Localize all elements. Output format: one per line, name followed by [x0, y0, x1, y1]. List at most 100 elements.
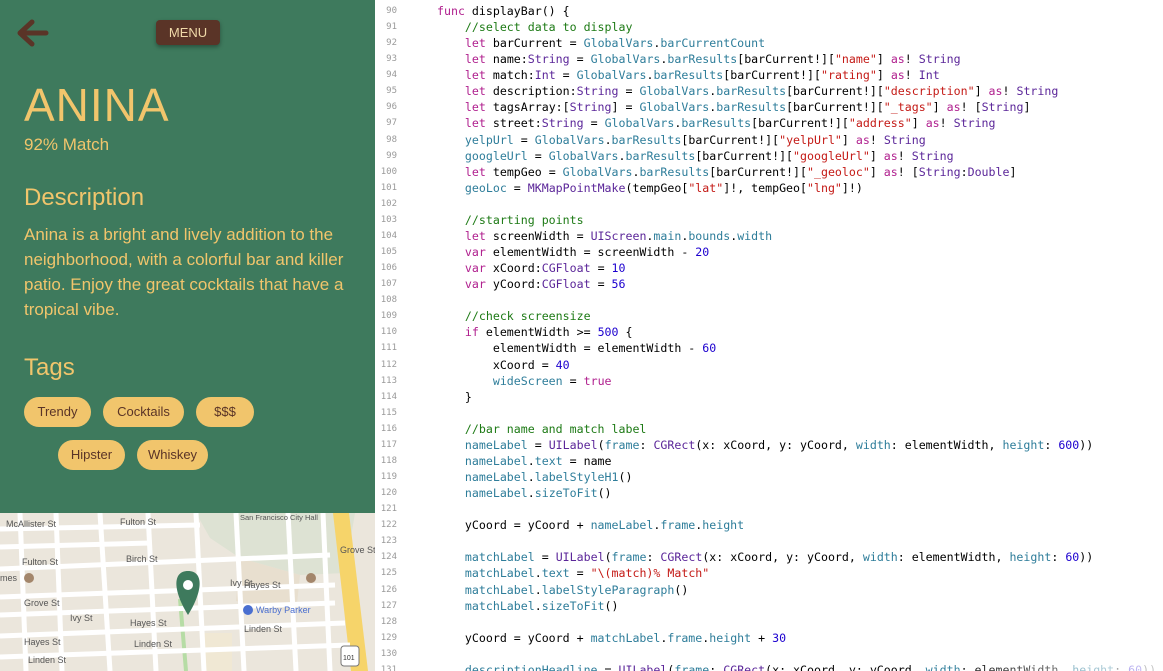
code-line[interactable]: 124 matchLabel = UILabel(frame: CGRect(x… [375, 549, 1163, 565]
map-street-label: Ivy St [230, 578, 253, 588]
code-text: xCoord = 40 [437, 357, 570, 372]
code-line[interactable]: 111 elementWidth = elementWidth - 60 [375, 340, 1163, 356]
line-number: 106 [380, 263, 397, 274]
line-number: 102 [380, 198, 397, 209]
code-line[interactable]: 106 var xCoord:CGFloat = 10 [375, 260, 1163, 276]
line-number: 114 [380, 391, 397, 402]
line-number: 123 [380, 536, 397, 547]
code-text: matchLabel = UILabel(frame: CGRect(x: xC… [464, 550, 1094, 565]
code-line[interactable]: 107 var yCoord:CGFloat = 56 [375, 276, 1163, 292]
code-line[interactable]: 117 nameLabel = UILabel(frame: CGRect(x:… [375, 437, 1163, 453]
code-line[interactable]: 90 func displayBar() { [375, 3, 1163, 19]
code-line[interactable]: 116 //bar name and match label [375, 421, 1163, 437]
code-line[interactable]: 113 wideScreen = true [375, 373, 1163, 389]
tag-trendy[interactable]: Trendy [24, 397, 91, 427]
code-text: let description:String = GlobalVars.barR… [464, 84, 1059, 99]
code-line[interactable]: 99 googleUrl = GlobalVars.barResults[bar… [375, 148, 1163, 164]
code-line[interactable]: 108 [375, 292, 1163, 308]
line-number: 101 [380, 182, 397, 193]
code-line[interactable]: 96 let tagsArray:[String] = GlobalVars.b… [375, 99, 1163, 115]
back-arrow-icon[interactable] [14, 16, 50, 50]
line-number: 94 [386, 70, 397, 81]
code-text: descriptionHeadline = UILabel(frame: CGR… [464, 662, 1157, 671]
code-line[interactable]: 93 let name:String = GlobalVars.barResul… [375, 51, 1163, 67]
code-line[interactable]: 121 [375, 501, 1163, 517]
code-line[interactable]: 102 [375, 196, 1163, 212]
code-text: let match:Int = GlobalVars.barResults[ba… [464, 68, 940, 83]
tag-price[interactable]: $$$ [196, 397, 254, 427]
line-number: 90 [386, 6, 397, 16]
code-line[interactable]: 100 let tempGeo = GlobalVars.barResults[… [375, 164, 1163, 180]
poi-icon[interactable] [306, 573, 316, 583]
line-number: 92 [386, 38, 397, 49]
code-line[interactable]: 129 yCoord = yCoord + matchLabel.frame.h… [375, 630, 1163, 646]
code-line[interactable]: 104 let screenWidth = UIScreen.main.boun… [375, 228, 1163, 244]
code-line[interactable]: 125 matchLabel.text = "\(match)% Match" [375, 565, 1163, 581]
line-number: 93 [386, 54, 397, 65]
map-view[interactable]: McAllister St Fulton St Fulton St Birch … [0, 513, 375, 671]
line-number: 97 [386, 118, 397, 129]
map-street-label: Linden St [244, 624, 283, 634]
line-number: 99 [386, 150, 397, 161]
code-line[interactable]: 112 xCoord = 40 [375, 357, 1163, 373]
line-number: 128 [380, 616, 397, 627]
code-line[interactable]: 101 geoLoc = MKMapPointMake(tempGeo["lat… [375, 180, 1163, 196]
code-line[interactable]: 105 var elementWidth = screenWidth - 20 [375, 244, 1163, 260]
line-number: 103 [380, 214, 397, 225]
map-street-label: Birch St [126, 554, 158, 564]
code-line[interactable]: 130 [375, 646, 1163, 662]
code-editor[interactable]: 90 func displayBar() {91 //select data to… [375, 0, 1163, 671]
line-number: 131 [380, 664, 397, 671]
tag-whiskey[interactable]: Whiskey [137, 440, 208, 470]
code-line[interactable]: 122 yCoord = yCoord + nameLabel.frame.he… [375, 517, 1163, 533]
store-icon[interactable] [243, 605, 253, 615]
code-line[interactable]: 110 if elementWidth >= 500 { [375, 324, 1163, 340]
map-street-label: McAllister St [6, 519, 57, 529]
code-line[interactable]: 126 matchLabel.labelStyleParagraph() [375, 582, 1163, 598]
code-line[interactable]: 109 //check screensize [375, 308, 1163, 324]
code-text: wideScreen = true [492, 373, 612, 388]
code-line[interactable]: 97 let street:String = GlobalVars.barRes… [375, 115, 1163, 131]
map-street-label: Linden St [28, 655, 67, 665]
match-percentage: 92% Match [24, 135, 110, 154]
poi-icon[interactable] [24, 573, 34, 583]
code-line[interactable]: 119 nameLabel.labelStyleH1() [375, 469, 1163, 485]
code-line[interactable]: 131 descriptionHeadline = UILabel(frame:… [375, 662, 1163, 671]
map-street-label: Fulton St [22, 557, 59, 567]
code-text: let name:String = GlobalVars.barResults[… [464, 52, 961, 67]
code-text: nameLabel.text = name [464, 453, 612, 468]
code-text: nameLabel.labelStyleH1() [464, 470, 633, 485]
bar-name: ANINA [24, 79, 170, 131]
code-text: var elementWidth = screenWidth - 20 [464, 245, 710, 260]
code-text: matchLabel.labelStyleParagraph() [464, 582, 689, 597]
tag-cocktails[interactable]: Cocktails [103, 397, 184, 427]
code-line[interactable]: 127 matchLabel.sizeToFit() [375, 598, 1163, 614]
code-line[interactable]: 103 //starting points [375, 212, 1163, 228]
description-heading: Description [24, 184, 145, 211]
code-line[interactable]: 94 let match:Int = GlobalVars.barResults… [375, 67, 1163, 83]
code-text: } [437, 389, 472, 404]
line-number: 96 [386, 102, 397, 113]
code-line[interactable]: 128 [375, 614, 1163, 630]
code-line[interactable]: 92 let barCurrent = GlobalVars.barCurren… [375, 35, 1163, 51]
menu-button[interactable]: MENU [156, 20, 220, 45]
line-number: 107 [380, 279, 397, 290]
code-text: //starting points [464, 212, 584, 227]
code-line[interactable]: 95 let description:String = GlobalVars.b… [375, 83, 1163, 99]
code-line[interactable]: 98 yelpUrl = GlobalVars.barResults[barCu… [375, 132, 1163, 148]
line-number: 117 [380, 439, 397, 450]
map-street-label: Grove St [24, 598, 60, 608]
code-text: //check screensize [464, 309, 591, 324]
line-number: 110 [380, 327, 397, 338]
line-number: 98 [386, 134, 397, 145]
code-line[interactable]: 114 } [375, 389, 1163, 405]
code-line[interactable]: 120 nameLabel.sizeToFit() [375, 485, 1163, 501]
code-line[interactable]: 91 //select data to display [375, 19, 1163, 35]
code-line[interactable]: 115 [375, 405, 1163, 421]
code-line[interactable]: 123 [375, 533, 1163, 549]
code-line[interactable]: 118 nameLabel.text = name [375, 453, 1163, 469]
code-text: var yCoord:CGFloat = 56 [464, 277, 626, 292]
line-number: 95 [386, 86, 397, 97]
map-street-label: Grove St [340, 545, 375, 555]
tag-hipster[interactable]: Hipster [58, 440, 125, 470]
